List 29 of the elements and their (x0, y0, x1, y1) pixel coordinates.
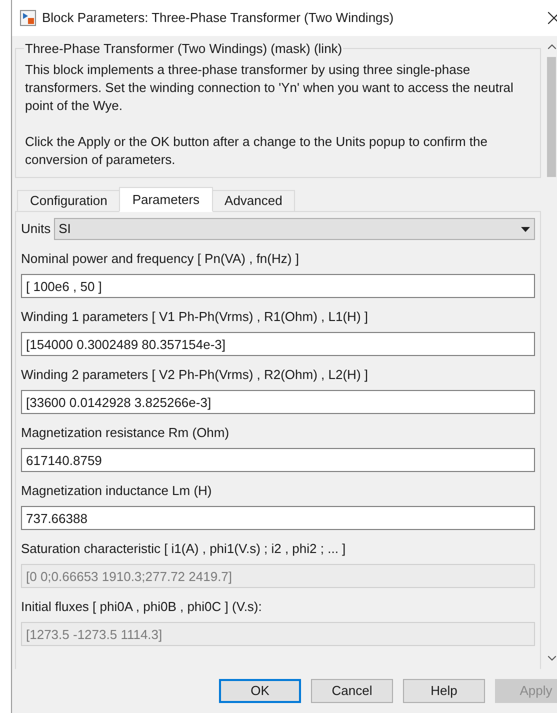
field-label: Nominal power and frequency [ Pn(VA) , fn(Hz) ] (21, 251, 300, 267)
field-label: Winding 1 parameters [ V1 Ph-Ph(Vrms) , R1(Ohm) , L1(H) ] (21, 309, 370, 325)
units-label: Units (21, 220, 51, 238)
field-label: Magnetization resistance Rm (Ohm) (21, 425, 230, 441)
dialog-button[interactable]: OK (219, 679, 301, 703)
dropdown-caret-icon (521, 226, 530, 232)
description-text: Click the Apply or the OK button after a change to the Units popup to confirm the conversion of parameters. (25, 133, 488, 169)
field-label: Initial fluxes [ phi0A , phi0B , phi0C ] (V.s): (21, 599, 263, 615)
field-label: Saturation characteristic [ i1(A) , phi1(V.s) ; i2 , phi2 ; ... ] (21, 541, 347, 557)
parameter-field[interactable]: 737.66388 (21, 506, 535, 530)
parameter-field[interactable]: [33600 0.0142928 3.825266e-3] (21, 390, 535, 414)
parameter-field[interactable]: [ 100e6 , 50 ] (21, 274, 535, 298)
tab[interactable]: Advanced (212, 190, 296, 212)
scroll-down-icon[interactable] (548, 656, 556, 661)
parameter-field[interactable]: [154000 0.3002489 80.357154e-3] (21, 332, 535, 356)
tab[interactable]: Configuration (17, 190, 120, 212)
scrollbar-thumb[interactable] (547, 57, 556, 177)
scroll-up-icon[interactable] (548, 44, 556, 49)
field-label: Winding 2 parameters [ V2 Ph-Ph(Vrms) , R2(Ohm) , L2(H) ] (21, 367, 370, 383)
app-icon (20, 10, 36, 26)
description-text: This block implements a three-phase transformer by using three single-phase transformers. Set the winding connection to 'Yn' when you want to access the neutral point of the Wye. (25, 61, 514, 115)
window-title: Block Parameters: Three-Phase Transformer (Two Windings) (42, 9, 394, 28)
close-icon[interactable] (548, 12, 557, 24)
dialog-button[interactable]: Help (403, 679, 485, 703)
field-label: Magnetization inductance Lm (H) (21, 483, 213, 499)
tab[interactable]: Parameters (119, 187, 213, 212)
dialog-button[interactable]: Cancel (311, 679, 393, 703)
units-dropdown[interactable]: SI (54, 218, 535, 240)
parameter-field[interactable]: 617140.8759 (21, 448, 535, 472)
